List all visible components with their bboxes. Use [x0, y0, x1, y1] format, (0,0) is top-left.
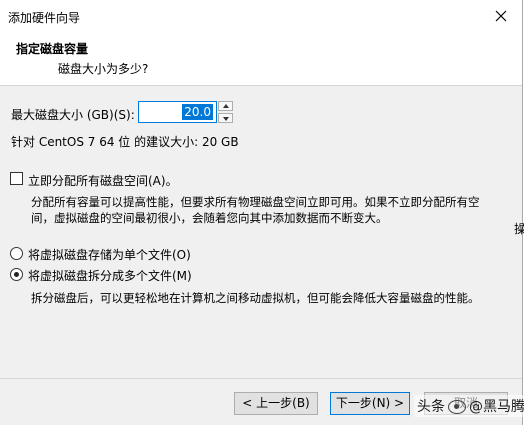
background-window-text: 操: [514, 222, 524, 236]
single-file-radio[interactable]: [10, 247, 23, 260]
watermark: 头条 @黑马腾云: [414, 395, 524, 417]
title-bar: 添加硬件向导: [0, 0, 522, 33]
allocate-all-checkbox[interactable]: [10, 172, 23, 185]
allocate-all-description: 分配所有容量可以提高性能，但要求所有物理磁盘空间立即可用。如果不立即分配所有空 …: [31, 194, 511, 226]
split-files-radio[interactable]: [10, 268, 23, 281]
footer-divider: [0, 378, 522, 379]
split-files-label[interactable]: 将虚拟磁盘拆分成多个文件(M): [28, 267, 192, 284]
arrow-down-icon: [223, 117, 229, 121]
disk-size-label: 最大磁盘大小 (GB)(S):: [11, 108, 135, 122]
add-hardware-wizard-window: 添加硬件向导 指定磁盘容量 磁盘大小为多少? 最大磁盘大小 (GB)(S): 2…: [0, 0, 523, 425]
disk-size-value: 20.0: [182, 104, 213, 120]
watermark-suffix: @黑马腾云: [469, 399, 524, 415]
next-button[interactable]: 下一步(N) >: [330, 392, 410, 415]
allocate-all-label[interactable]: 立即分配所有磁盘空间(A)。: [28, 172, 178, 189]
split-description: 拆分磁盘后，可以更轻松地在计算机之间移动虚拟机，但可能会降低大容量磁盘的性能。: [31, 291, 480, 305]
allocate-description-line: 分配所有容量可以提高性能，但要求所有物理磁盘空间立即可用。如果不立即分配所有空: [31, 195, 480, 209]
back-button[interactable]: < 上一步(B): [234, 392, 318, 415]
wizard-header: 指定磁盘容量 磁盘大小为多少?: [0, 33, 522, 86]
single-file-label[interactable]: 将虚拟磁盘存储为单个文件(O): [28, 246, 191, 263]
increment-button[interactable]: [218, 101, 233, 111]
page-subtitle: 磁盘大小为多少?: [58, 62, 149, 76]
close-icon[interactable]: [490, 5, 512, 27]
radio-selected-dot: [14, 272, 19, 277]
disk-size-stepper[interactable]: 20.0: [138, 101, 234, 123]
page-title: 指定磁盘容量: [16, 42, 89, 56]
watermark-prefix: 头条: [417, 399, 445, 415]
recommended-size-text: 针对 CentOS 7 64 位 的建议大小: 20 GB: [11, 135, 239, 149]
arrow-up-icon: [223, 104, 229, 108]
allocate-description-line: 间，虚拟磁盘的空间最初很小，会随着您向其中添加数据而不断变大。: [31, 211, 388, 225]
decrement-button[interactable]: [218, 113, 233, 123]
eye-icon: [448, 400, 466, 414]
window-title: 添加硬件向导: [8, 11, 81, 25]
disk-size-input[interactable]: 20.0: [138, 101, 217, 123]
